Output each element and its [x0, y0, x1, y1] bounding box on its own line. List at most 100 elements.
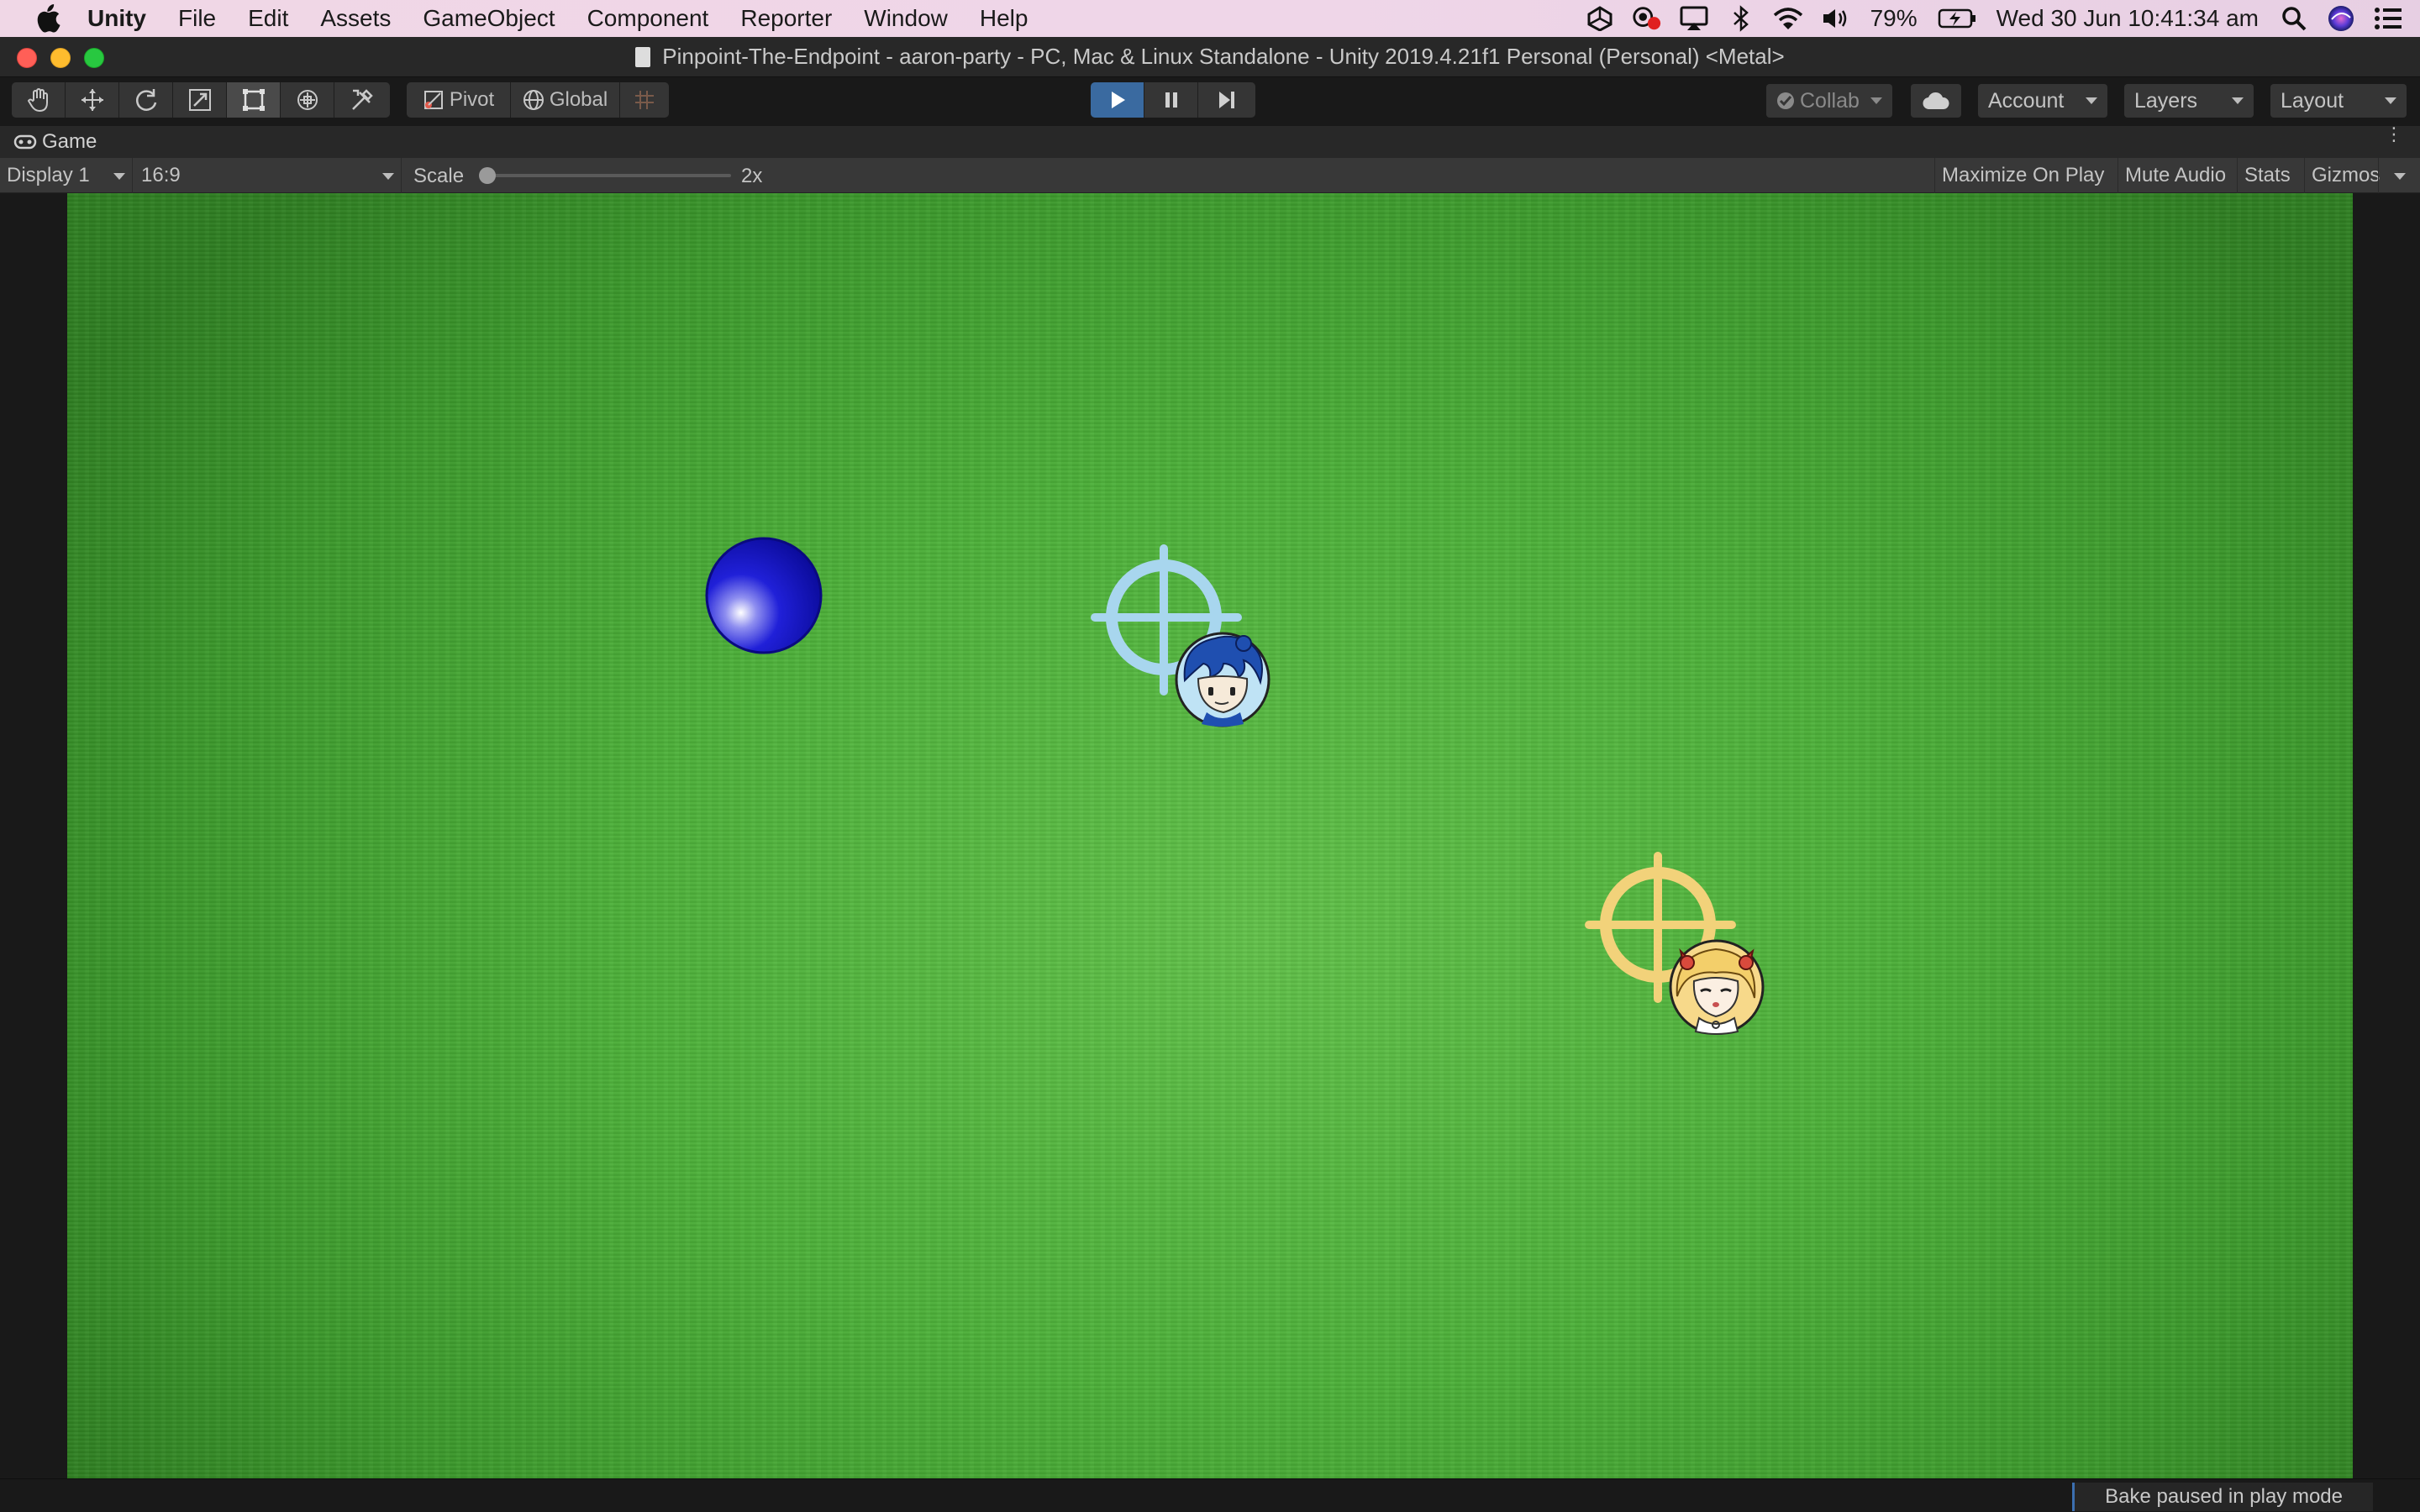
stats-label: Stats [2244, 164, 2291, 186]
traffic-lights [17, 48, 118, 68]
volume-icon[interactable] [1820, 3, 1850, 34]
tab-options-icon[interactable]: ⋮ [2385, 125, 2403, 144]
grass-play-field[interactable] [67, 193, 2353, 1478]
zoom-window-button[interactable] [84, 48, 104, 68]
aspect-ratio-label: 16:9 [141, 164, 181, 186]
layout-dropdown[interactable]: Layout [2270, 84, 2407, 118]
scale-value: 2x [741, 165, 763, 187]
notification-center-icon[interactable] [2373, 3, 2403, 34]
rotate-tool-icon[interactable] [119, 82, 173, 118]
scale-label: Scale [413, 165, 465, 187]
hand-tool-icon[interactable] [12, 82, 66, 118]
global-toggle[interactable]: Global [511, 82, 620, 118]
macos-menu-bar: Unity File Edit Assets GameObject Compon… [0, 0, 2420, 37]
transform-tool-icon[interactable] [281, 82, 334, 118]
account-dropdown[interactable]: Account [1978, 84, 2107, 118]
editor-status-bar: Bake paused in play mode [0, 1478, 2420, 1512]
game-view-tab-bar: Game ⋮ [0, 125, 2420, 158]
pivot-icon [424, 91, 443, 109]
menu-window[interactable]: Window [864, 5, 948, 32]
document-icon [635, 46, 651, 67]
chevron-down-icon [2394, 173, 2406, 180]
pause-icon [1165, 92, 1177, 108]
pause-button[interactable] [1144, 82, 1198, 118]
bake-status-message[interactable]: Bake paused in play mode [2072, 1483, 2373, 1511]
layers-dropdown[interactable]: Layers [2124, 84, 2254, 118]
collab-check-icon [1777, 92, 1794, 109]
pivot-toggle[interactable]: Pivot [407, 82, 511, 118]
blonde-character-avatar [1669, 939, 1765, 1035]
window-title: Pinpoint-The-Endpoint - aaron-party - PC… [662, 44, 1785, 69]
bake-status-text: Bake paused in play mode [2105, 1485, 2343, 1508]
cloud-button[interactable] [1911, 84, 1961, 118]
game-viewport[interactable] [0, 193, 2420, 1478]
app-menu-unity[interactable]: Unity [87, 5, 146, 32]
play-icon [1111, 92, 1125, 108]
clock-datetime[interactable]: Wed 30 Jun 10:41:34 am [1996, 5, 2259, 32]
cloud-icon [1923, 92, 1949, 110]
pivot-label: Pivot [449, 88, 495, 111]
wifi-icon[interactable] [1773, 3, 1803, 34]
screen-record-icon[interactable] [1632, 3, 1662, 34]
chevron-down-icon [1870, 97, 1882, 104]
aspect-ratio-dropdown[interactable]: 16:9 [134, 158, 402, 193]
scale-tool-icon[interactable] [173, 82, 227, 118]
mute-audio-toggle[interactable]: Mute Audio [2118, 158, 2233, 193]
bluetooth-icon[interactable] [1726, 3, 1756, 34]
apple-menu-icon[interactable] [34, 4, 62, 33]
close-window-button[interactable] [17, 48, 37, 68]
game-view-controls: Display 1 16:9 Scale 2x Maximize On Play… [0, 158, 2420, 193]
blue-hair-character-avatar [1175, 632, 1270, 727]
gizmos-toggle[interactable]: Gizmos [2304, 158, 2380, 193]
custom-tools-icon[interactable] [334, 82, 390, 118]
menu-edit[interactable]: Edit [248, 5, 288, 32]
layers-label: Layers [2134, 88, 2198, 113]
chevron-down-icon [2086, 97, 2097, 104]
menu-component[interactable]: Component [587, 5, 709, 32]
chevron-down-icon [113, 173, 125, 180]
menu-file[interactable]: File [178, 5, 216, 32]
transform-tools [12, 82, 390, 118]
step-button[interactable] [1198, 82, 1255, 118]
chevron-down-icon [2385, 97, 2396, 104]
play-button[interactable] [1091, 82, 1144, 118]
chevron-down-icon [382, 173, 394, 180]
gamepad-icon [13, 134, 37, 150]
rect-tool-icon[interactable] [227, 82, 281, 118]
gizmos-label: Gizmos [2312, 164, 2381, 186]
battery-percentage: 79% [1870, 5, 1918, 31]
mute-audio-label: Mute Audio [2125, 164, 2227, 186]
unity-toolbar: Pivot Global Collab Account Layers Layou… [0, 77, 2420, 126]
blue-ball [705, 537, 823, 654]
maximize-on-play-label: Maximize On Play [1942, 164, 2105, 186]
scale-slider-handle[interactable] [479, 167, 496, 184]
spotlight-search-icon[interactable] [2279, 3, 2309, 34]
gizmos-dropdown[interactable] [2378, 158, 2420, 193]
handle-settings: Pivot Global [407, 82, 669, 118]
maximize-on-play-toggle[interactable]: Maximize On Play [1934, 158, 2111, 193]
menu-assets[interactable]: Assets [320, 5, 391, 32]
unity-tray-icon[interactable] [1585, 3, 1615, 34]
stats-toggle[interactable]: Stats [2237, 158, 2297, 193]
menu-reporter[interactable]: Reporter [740, 5, 832, 32]
siri-icon[interactable] [2326, 3, 2356, 34]
menu-help[interactable]: Help [980, 5, 1028, 32]
step-icon [1219, 92, 1234, 108]
globe-icon [523, 90, 544, 110]
tab-game[interactable]: Game [0, 126, 97, 158]
minimize-window-button[interactable] [50, 48, 71, 68]
display-dropdown[interactable]: Display 1 [0, 158, 133, 193]
play-controls [1091, 82, 1255, 118]
global-label: Global [549, 88, 608, 111]
chevron-down-icon [2232, 97, 2244, 104]
scale-slider[interactable] [479, 167, 731, 184]
collab-dropdown[interactable]: Collab [1766, 84, 1892, 118]
menu-gameobject[interactable]: GameObject [423, 5, 555, 32]
airplay-icon[interactable] [1679, 3, 1709, 34]
battery-charging-icon[interactable] [1938, 3, 1976, 34]
display-label: Display 1 [7, 164, 90, 186]
move-tool-icon[interactable] [66, 82, 119, 118]
layout-label: Layout [2281, 88, 2344, 113]
grid-snap-toggle[interactable] [620, 82, 669, 118]
window-title-bar[interactable]: Pinpoint-The-Endpoint - aaron-party - PC… [0, 37, 2420, 77]
